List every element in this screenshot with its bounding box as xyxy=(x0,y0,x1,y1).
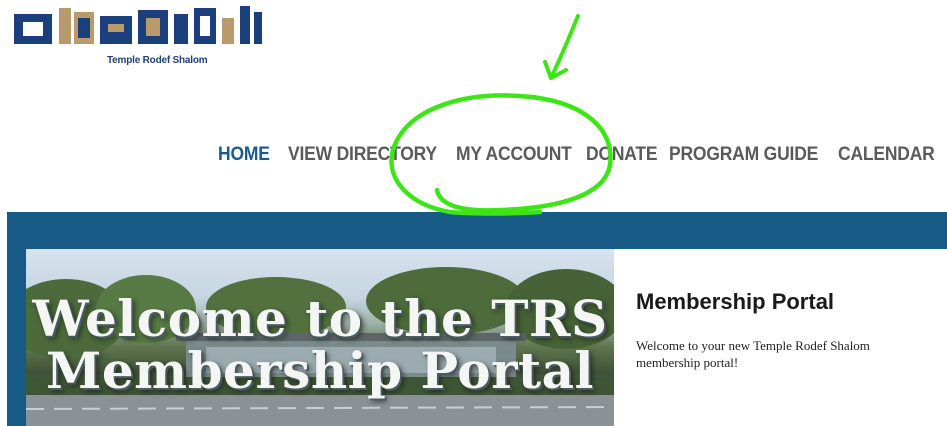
nav-item-donate[interactable]: DONATE xyxy=(586,144,658,166)
site-logo[interactable]: Temple Rodef Shalom xyxy=(14,0,264,72)
logo-hebrew-mark xyxy=(14,6,262,44)
nav-item-home[interactable]: HOME xyxy=(218,144,270,166)
hero-title-line2: Membership Portal xyxy=(46,341,594,400)
nav-item-my-account[interactable]: MY ACCOUNT xyxy=(456,144,572,166)
hero-title: Welcome to the TRS Membership Portal xyxy=(26,293,614,397)
card-text: Welcome to your new Temple Rodef Shalom … xyxy=(636,338,870,370)
hero-image: Welcome to the TRS Membership Portal xyxy=(26,249,614,426)
nav-item-view-directory[interactable]: VIEW DIRECTORY xyxy=(288,144,437,166)
main-nav: HOME VIEW DIRECTORY MY ACCOUNT DONATE PR… xyxy=(218,144,947,166)
card-title: Membership Portal xyxy=(636,289,835,314)
hero-title-line1: Welcome to the TRS xyxy=(32,289,608,348)
arrow-icon xyxy=(543,14,580,80)
membership-card: Membership Portal Welcome to your new Te… xyxy=(614,249,947,426)
nav-item-program-guide[interactable]: PROGRAM GUIDE xyxy=(669,144,818,166)
nav-item-calendar[interactable]: CALENDAR xyxy=(838,144,935,166)
logo-caption: Temple Rodef Shalom xyxy=(107,55,208,66)
